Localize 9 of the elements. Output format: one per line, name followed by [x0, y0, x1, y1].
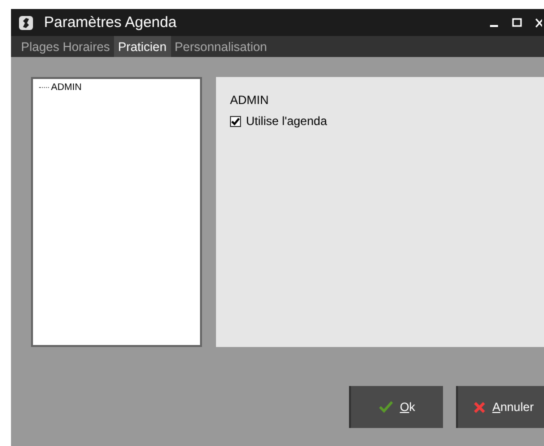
window-title: Paramètres Agenda	[44, 14, 177, 31]
checkbox-label: Utilise l'agenda	[246, 114, 328, 128]
tab[interactable]: Plages Horaires	[17, 36, 114, 57]
tree-item[interactable]: ADMIN	[51, 82, 82, 93]
tab[interactable]: Personnalisation	[170, 36, 271, 57]
ok-button[interactable]: Ok	[349, 386, 443, 428]
practitioner-name: ADMIN	[230, 93, 270, 107]
tab[interactable]: Praticien	[114, 36, 171, 57]
cancel-button[interactable]: Annuler	[456, 386, 544, 428]
